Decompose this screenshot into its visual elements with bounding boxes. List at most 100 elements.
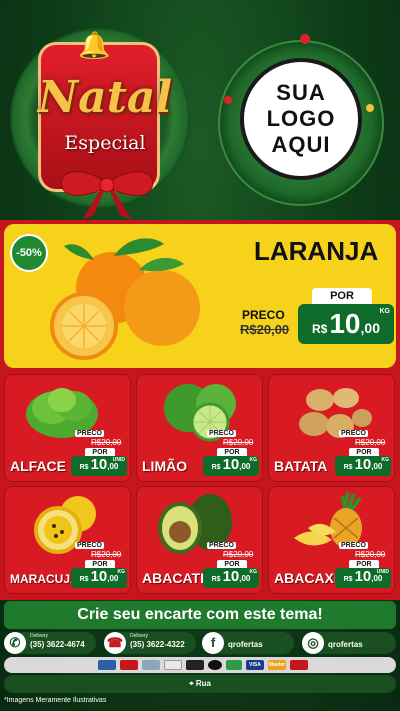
preco-label: PRECO xyxy=(339,542,368,549)
contact-instagram[interactable]: ◎ qrofertas xyxy=(302,632,396,654)
unit-label: KG xyxy=(249,457,258,463)
currency: R$ xyxy=(79,464,89,471)
ornament-icon xyxy=(300,34,310,44)
product-name: ABACAXI xyxy=(274,570,338,586)
unit-label: KG xyxy=(379,308,391,315)
unit-label: UNID xyxy=(112,457,125,463)
header: 🔔 Natal Especial SUA LOGO AQUI xyxy=(0,0,400,222)
price-int: 10 xyxy=(90,456,108,473)
card-icon xyxy=(142,660,160,670)
product-card-abacaxi[interactable]: ABACAXI PRECO R$20,00 POR R$ 10,00 UNID xyxy=(268,486,395,594)
currency: R$ xyxy=(343,576,353,583)
product-card-batata[interactable]: BATATA PRECO R$20,00 POR R$ 10,00 KG xyxy=(268,374,395,482)
price-cents: ,00 xyxy=(107,574,119,583)
price-int: 10 xyxy=(329,308,361,339)
product-card-abacate[interactable]: ABACATE PRECO R$20,00 POR R$ 10,00 KG xyxy=(136,486,263,594)
currency: R$ xyxy=(79,576,89,583)
contact-label: Delivery xyxy=(130,633,149,639)
unit-label: KG xyxy=(381,457,390,463)
contact-phone[interactable]: ☎ Delivery (35) 3622-4322 xyxy=(104,632,196,654)
promo-banner[interactable]: Crie seu encarte com este tema! xyxy=(4,601,396,629)
discount-badge: -50% xyxy=(10,234,48,272)
product-card-limao[interactable]: LIMÃO PRECO R$20,00 POR R$ 10,00 KG xyxy=(136,374,263,482)
price-tag: PRECO R$20,00 POR R$ 10,00 KG xyxy=(71,542,127,590)
currency: R$ xyxy=(211,464,221,471)
contact-value: qrofertas xyxy=(228,640,263,649)
price-cents: ,00 xyxy=(360,320,380,336)
price-int: 10 xyxy=(222,568,240,585)
contacts-row: ✆ Delivery (35) 3622-4674 ☎ Delivery (35… xyxy=(0,631,400,655)
old-price: R$20,00 xyxy=(355,550,386,559)
especial-subtitle: Especial xyxy=(64,132,146,154)
price-block: PRECO R$20,00 POR R$ 10 ,00 KG xyxy=(234,286,394,346)
product-card-maracuja[interactable]: MARACUJÁ PRECO R$20,00 POR R$ 10,00 KG xyxy=(4,486,131,594)
price-tag: PRECO R$20,00 POR R$ 10,00 UNID xyxy=(71,430,127,478)
product-name: ALFACE xyxy=(10,458,66,474)
unit-label: UNID xyxy=(376,569,389,575)
old-price: R$20,00 xyxy=(91,438,122,447)
offers-panel: -50% LARANJA PRECO R$20,00 POR R$ 10 ,00… xyxy=(0,220,400,600)
old-price: R$20,00 xyxy=(355,438,386,447)
price-int: 10 xyxy=(222,456,240,473)
card-icon xyxy=(186,660,204,670)
old-price-value: R$20,00 xyxy=(240,322,290,337)
contact-facebook[interactable]: f qrofertas xyxy=(202,632,294,654)
price-tag: PRECO R$20,00 POR R$ 10,00 KG xyxy=(335,430,391,478)
whatsapp-icon: ✆ xyxy=(4,632,26,654)
bell-icon: 🔔 xyxy=(78,30,111,60)
disclaimer: *Imagens Meramente Ilustrativas xyxy=(4,697,107,704)
card-icon xyxy=(164,660,182,670)
price-tag: PRECO R$20,00 POR R$ 10,00 KG xyxy=(203,430,259,478)
card-icon xyxy=(226,660,242,670)
hero-offer-card[interactable]: -50% LARANJA PRECO R$20,00 POR R$ 10 ,00… xyxy=(4,224,396,368)
preco-label: PRECO xyxy=(242,308,285,322)
old-price: R$20,00 xyxy=(223,550,254,559)
logo-placeholder[interactable]: SUA LOGO AQUI xyxy=(240,58,362,180)
ornament-icon xyxy=(224,96,232,104)
card-icon xyxy=(208,660,222,670)
address-bar[interactable]: ⌖ Rua xyxy=(4,675,396,693)
por-label: POR xyxy=(312,288,372,304)
product-name: LIMÃO xyxy=(142,458,188,474)
card-icon xyxy=(98,660,116,670)
location-pin-icon: ⌖ xyxy=(189,679,194,688)
preco-label: PRECO xyxy=(339,430,368,437)
orange-image xyxy=(50,238,200,360)
price-cents: ,00 xyxy=(239,574,251,583)
price-cents: ,00 xyxy=(107,462,119,471)
price-int: 10 xyxy=(90,568,108,585)
logo-line: AQUI xyxy=(271,132,331,157)
red-bow-icon xyxy=(60,171,154,220)
old-price: R$20,00 xyxy=(240,322,289,337)
mastercard-icon: Master xyxy=(268,660,286,670)
currency: R$ xyxy=(343,464,353,471)
product-name: LARANJA xyxy=(254,236,379,266)
contact-label: Delivery xyxy=(30,633,49,639)
contact-whatsapp[interactable]: ✆ Delivery (35) 3622-4674 xyxy=(4,632,96,654)
unit-label: KG xyxy=(249,569,258,575)
price-cents: ,00 xyxy=(371,574,383,583)
contact-value: (35) 3622-4674 xyxy=(30,640,85,649)
old-price: R$20,00 xyxy=(223,438,254,447)
product-card-alface[interactable]: ALFACE PRECO R$20,00 POR R$ 10,00 UNID xyxy=(4,374,131,482)
product-name: ABACATE xyxy=(142,570,210,586)
preco-label: PRECO xyxy=(75,542,104,549)
contact-value: qrofertas xyxy=(328,640,363,649)
address-text: Rua xyxy=(195,679,211,688)
price-cents: ,00 xyxy=(239,462,251,471)
price-tag: PRECO R$20,00 POR R$ 10,00 UNID xyxy=(335,542,391,590)
natal-title: Natal xyxy=(37,72,173,123)
visa-icon: VISA xyxy=(246,660,264,670)
instagram-icon: ◎ xyxy=(302,632,324,654)
product-name: MARACUJÁ xyxy=(10,572,79,586)
flyer-page: 🔔 Natal Especial SUA LOGO AQUI -50% LARA… xyxy=(0,0,400,711)
price-tag: PRECO R$20,00 POR R$ 10,00 KG xyxy=(203,542,259,590)
ornament-icon xyxy=(366,104,374,112)
old-price: R$20,00 xyxy=(91,550,122,559)
payment-methods: VISA Master xyxy=(4,657,396,673)
preco-label: PRECO xyxy=(75,430,104,437)
unit-label: KG xyxy=(117,569,126,575)
card-icon xyxy=(120,660,138,670)
preco-label: PRECO xyxy=(207,542,236,549)
preco-label: PRECO xyxy=(207,430,236,437)
